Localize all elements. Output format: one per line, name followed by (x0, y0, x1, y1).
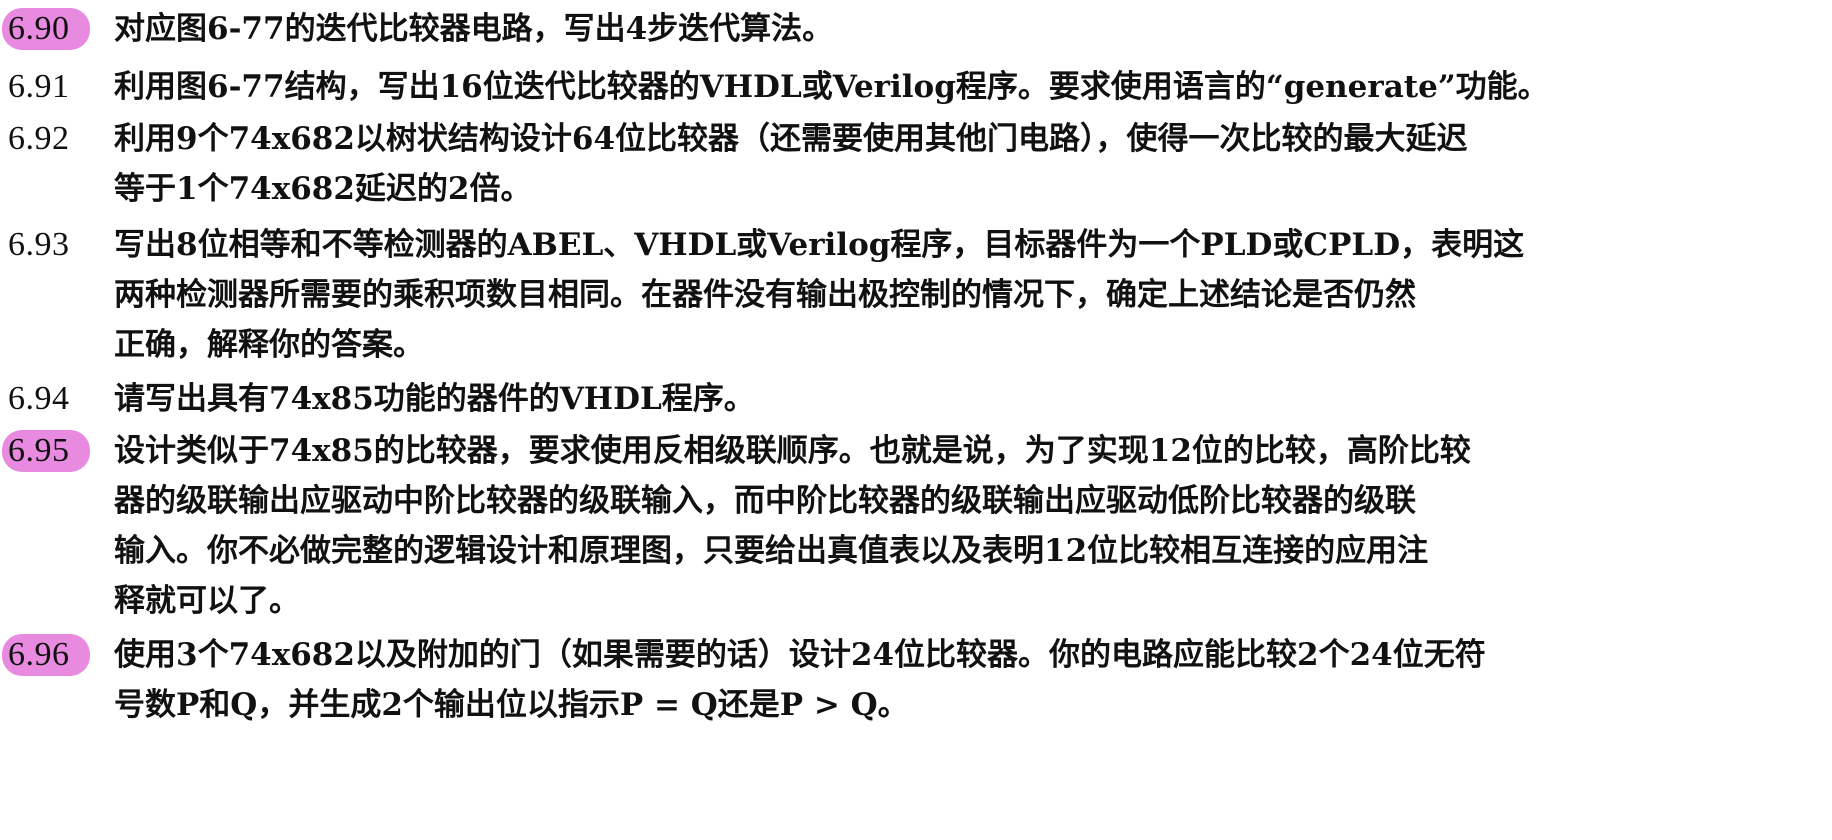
problem-number: 6.91 (8, 68, 70, 105)
textbook-page: 6.90 对应图6-77的迭代比较器电路，写出4步迭代算法。 6.91 利用图6… (0, 0, 1832, 840)
problem-text-line: 使用3个74x682以及附加的门（如果需要的话）设计24位比较器。你的电路应能比… (114, 637, 1486, 673)
problem-text-line: 正确，解释你的答案。 (114, 327, 424, 363)
problem-text: 使用3个74x682以及附加的门（如果需要的话）设计24位比较器。你的电路应能比… (114, 630, 1820, 730)
problem-text-line: 请写出具有74x85功能的器件的VHDL程序。 (114, 381, 755, 417)
problem-text: 请写出具有74x85功能的器件的VHDL程序。 (114, 374, 1820, 424)
problem-number: 6.93 (8, 226, 70, 263)
problem-text: 利用图6-77结构，写出16位迭代比较器的VHDL或Verilog程序。要求使用… (114, 62, 1820, 112)
problem-text-line: 写出8位相等和不等检测器的ABEL、VHDL或Verilog程序，目标器件为一个… (114, 227, 1525, 263)
problem-text-line: 利用图6-77结构，写出16位迭代比较器的VHDL或Verilog程序。要求使用… (114, 69, 1549, 105)
problem-text-line: 器的级联输出应驱动中阶比较器的级联输入，而中阶比较器的级联输出应驱动低阶比较器的… (114, 483, 1416, 519)
problem-text: 写出8位相等和不等检测器的ABEL、VHDL或Verilog程序，目标器件为一个… (114, 220, 1820, 370)
problem-text-line: 等于1个74x682延迟的2倍。 (114, 171, 532, 207)
problem-text-line: 两种检测器所需要的乘积项数目相同。在器件没有输出极控制的情况下，确定上述结论是否… (114, 277, 1416, 313)
problem-text-line: 释就可以了。 (114, 583, 300, 619)
problem-text: 利用9个74x682以树状结构设计64位比较器（还需要使用其他门电路），使得一次… (114, 114, 1820, 214)
problem-text-line: 利用9个74x682以树状结构设计64位比较器（还需要使用其他门电路），使得一次… (114, 121, 1468, 157)
problem-text-line: 号数P和Q，并生成2个输出位以指示P = Q还是P > Q。 (114, 687, 909, 723)
problem-text: 对应图6-77的迭代比较器电路，写出4步迭代算法。 (114, 4, 1820, 54)
problem-number: 6.95 (2, 430, 90, 472)
problem-text: 设计类似于74x85的比较器，要求使用反相级联顺序。也就是说，为了实现12位的比… (114, 426, 1820, 626)
problem-text-line: 对应图6-77的迭代比较器电路，写出4步迭代算法。 (114, 11, 834, 47)
problem-text-line: 输入。你不必做完整的逻辑设计和原理图，只要给出真值表以及表明12位比较相互连接的… (114, 533, 1429, 569)
problem-text-line: 设计类似于74x85的比较器，要求使用反相级联顺序。也就是说，为了实现12位的比… (114, 433, 1471, 469)
problem-number: 6.96 (2, 634, 90, 676)
problem-number: 6.90 (2, 8, 90, 50)
problem-number: 6.94 (8, 380, 70, 417)
problem-number: 6.92 (8, 120, 70, 157)
